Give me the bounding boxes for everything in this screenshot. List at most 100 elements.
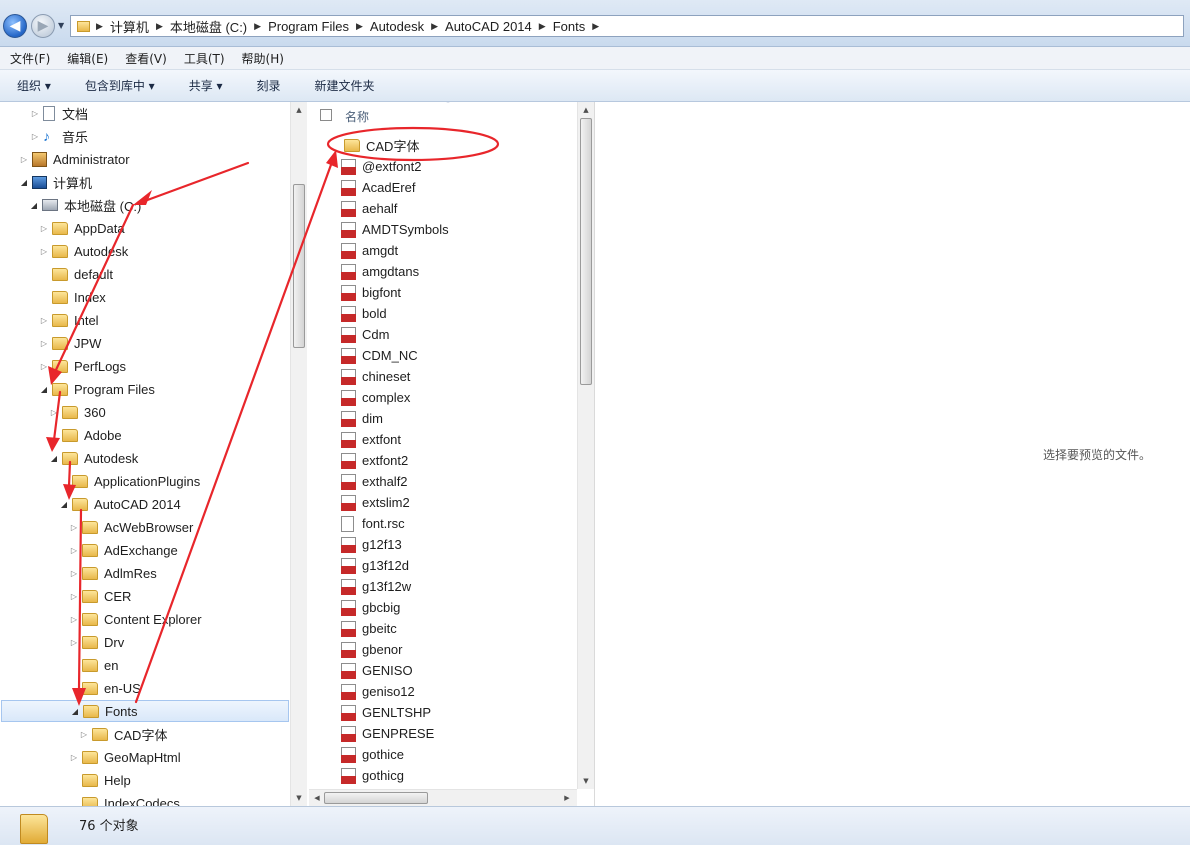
expand-arrow-icon[interactable]: ▷ bbox=[39, 339, 49, 348]
file-row[interactable]: bigfont bbox=[341, 282, 401, 303]
collapse-arrow-icon[interactable]: ◢ bbox=[29, 201, 39, 210]
expand-arrow-icon[interactable]: ▷ bbox=[79, 730, 89, 739]
tree-item-en-us[interactable]: en-US bbox=[69, 677, 141, 699]
file-row[interactable]: AMDTSymbols bbox=[341, 219, 449, 240]
file-row[interactable]: GENLTSHP bbox=[341, 702, 431, 723]
file-row[interactable]: @extfont2 bbox=[341, 156, 421, 177]
file-list-scrollbar[interactable]: ▲ ▼ bbox=[577, 102, 594, 789]
horizontal-scrollbar-thumb[interactable] bbox=[324, 792, 428, 804]
tree-item-perflogs[interactable]: ▷ PerfLogs bbox=[39, 355, 126, 377]
file-row[interactable]: chineset bbox=[341, 366, 410, 387]
menu-help[interactable]: 帮助(H) bbox=[232, 50, 291, 67]
breadcrumb-separator-icon[interactable]: ▶ bbox=[354, 21, 365, 32]
expand-arrow-icon[interactable]: ▷ bbox=[19, 155, 29, 164]
scroll-up-arrow-icon[interactable]: ▲ bbox=[291, 102, 307, 118]
back-button[interactable]: ◀ bbox=[3, 14, 27, 38]
tree-item-index[interactable]: Index bbox=[39, 286, 106, 308]
tree-item-default[interactable]: default bbox=[39, 263, 113, 285]
organize-button[interactable]: 组织 ▾ bbox=[0, 77, 68, 94]
scroll-down-arrow-icon[interactable]: ▼ bbox=[578, 773, 594, 789]
new-folder-button[interactable]: 新建文件夹 bbox=[298, 77, 392, 94]
file-row[interactable]: aehalf bbox=[341, 198, 397, 219]
file-row[interactable]: gothicg bbox=[341, 765, 404, 786]
file-row[interactable]: font.rsc bbox=[341, 513, 405, 534]
tree-item-help[interactable]: Help bbox=[69, 769, 131, 791]
expand-arrow-icon[interactable]: ▷ bbox=[39, 247, 49, 256]
tree-item-intel[interactable]: ▷ Intel bbox=[39, 309, 99, 331]
file-row[interactable]: CDM_NC bbox=[341, 345, 418, 366]
file-row[interactable]: GENPRESE bbox=[341, 723, 434, 744]
file-row[interactable]: AcadEref bbox=[341, 177, 415, 198]
tree-item-appdata[interactable]: ▷ AppData bbox=[39, 217, 125, 239]
tree-scrollbar-thumb[interactable] bbox=[293, 184, 305, 348]
scroll-up-arrow-icon[interactable]: ▲ bbox=[578, 102, 594, 118]
breadcrumb-autocad[interactable]: AutoCAD 2014 bbox=[440, 19, 537, 34]
expand-arrow-icon[interactable]: ▷ bbox=[49, 408, 59, 417]
tree-item-computer[interactable]: ◢ 计算机 bbox=[19, 171, 92, 193]
file-row[interactable]: Cdm bbox=[341, 324, 389, 345]
breadcrumb-separator-icon[interactable]: ▶ bbox=[252, 21, 263, 32]
tree-item-applicationplugins[interactable]: ApplicationPlugins bbox=[59, 470, 200, 492]
file-row[interactable]: extslim2 bbox=[341, 492, 410, 513]
expand-arrow-icon[interactable]: ▷ bbox=[69, 546, 79, 555]
tree-item-autodesk[interactable]: ◢ Autodesk bbox=[49, 447, 138, 469]
file-row[interactable]: gothice bbox=[341, 744, 404, 765]
tree-item-autodesk-root[interactable]: ▷ Autodesk bbox=[39, 240, 128, 262]
tree-scrollbar[interactable]: ▲ ▼ bbox=[290, 102, 307, 806]
expand-arrow-icon[interactable]: ▷ bbox=[69, 523, 79, 532]
expand-arrow-icon[interactable]: ▷ bbox=[30, 132, 40, 141]
share-button[interactable]: 共享 ▾ bbox=[172, 77, 240, 94]
file-row[interactable]: gbenor bbox=[341, 639, 402, 660]
breadcrumb-fonts[interactable]: Fonts bbox=[548, 19, 591, 34]
forward-button[interactable]: ▶ bbox=[31, 14, 55, 38]
scroll-left-arrow-icon[interactable]: ◀ bbox=[309, 790, 325, 806]
tree-item-jpw[interactable]: ▷ JPW bbox=[39, 332, 102, 354]
tree-item-adobe[interactable]: Adobe bbox=[49, 424, 122, 446]
collapse-arrow-icon[interactable]: ◢ bbox=[19, 178, 29, 187]
file-row[interactable]: dim bbox=[341, 408, 383, 429]
breadcrumb-separator-icon[interactable]: ▶ bbox=[154, 21, 165, 32]
file-row[interactable]: CAD字体 bbox=[341, 135, 419, 156]
column-header-name[interactable]: 名称 bbox=[345, 108, 369, 125]
file-row[interactable]: complex bbox=[341, 387, 410, 408]
breadcrumb-separator-icon[interactable]: ▶ bbox=[94, 21, 105, 32]
collapse-arrow-icon[interactable]: ◢ bbox=[59, 500, 69, 509]
expand-arrow-icon[interactable]: ▷ bbox=[39, 224, 49, 233]
tree-item-content-explorer[interactable]: ▷ Content Explorer bbox=[69, 608, 202, 630]
tree-item-drv[interactable]: ▷ Drv bbox=[69, 631, 124, 653]
breadcrumb-separator-icon[interactable]: ▶ bbox=[590, 21, 601, 32]
file-row[interactable]: g13f12d bbox=[341, 555, 409, 576]
tree-item-en[interactable]: en bbox=[69, 654, 118, 676]
file-row[interactable]: g13f12w bbox=[341, 576, 411, 597]
file-row[interactable]: bold bbox=[341, 303, 387, 324]
expand-arrow-icon[interactable]: ▷ bbox=[39, 316, 49, 325]
expand-arrow-icon[interactable]: ▷ bbox=[69, 753, 79, 762]
expand-arrow-icon[interactable]: ▷ bbox=[69, 569, 79, 578]
expand-arrow-icon[interactable]: ▷ bbox=[30, 109, 40, 118]
file-list-scrollbar-thumb[interactable] bbox=[580, 118, 592, 385]
breadcrumb-program-files[interactable]: Program Files bbox=[263, 19, 354, 34]
address-input[interactable]: ▶ 计算机 ▶ 本地磁盘 (C:) ▶ Program Files ▶ Auto… bbox=[70, 15, 1184, 37]
tree-item-fonts[interactable]: ◢ Fonts bbox=[1, 700, 289, 722]
breadcrumb-autodesk[interactable]: Autodesk bbox=[365, 19, 429, 34]
tree-item-adlmres[interactable]: ▷ AdlmRes bbox=[69, 562, 157, 584]
tree-item-geomaphtml[interactable]: ▷ GeoMapHtml bbox=[69, 746, 181, 768]
file-row[interactable]: g12f13 bbox=[341, 534, 402, 555]
menu-tools[interactable]: 工具(T) bbox=[174, 50, 232, 67]
tree-item-cer[interactable]: ▷ CER bbox=[69, 585, 132, 607]
file-row[interactable]: gbeitc bbox=[341, 618, 397, 639]
file-row[interactable]: extfont bbox=[341, 429, 401, 450]
file-row[interactable]: gbcbig bbox=[341, 597, 400, 618]
tree-item-documents[interactable]: ▷ 文档 bbox=[30, 102, 88, 124]
collapse-arrow-icon[interactable]: ◢ bbox=[70, 707, 80, 716]
recent-pages-dropdown[interactable]: ▼ bbox=[58, 21, 64, 30]
breadcrumb-separator-icon[interactable]: ▶ bbox=[537, 21, 548, 32]
include-in-library-button[interactable]: 包含到库中 ▾ bbox=[68, 77, 172, 94]
tree-item-program-files[interactable]: ◢ Program Files bbox=[39, 378, 155, 400]
collapse-arrow-icon[interactable]: ◢ bbox=[39, 385, 49, 394]
scroll-right-arrow-icon[interactable]: ▶ bbox=[559, 790, 575, 806]
expand-arrow-icon[interactable]: ▷ bbox=[39, 362, 49, 371]
tree-item-administrator[interactable]: ▷ Administrator bbox=[19, 148, 130, 170]
file-row[interactable]: amgdtans bbox=[341, 261, 419, 282]
collapse-arrow-icon[interactable]: ◢ bbox=[49, 454, 59, 463]
